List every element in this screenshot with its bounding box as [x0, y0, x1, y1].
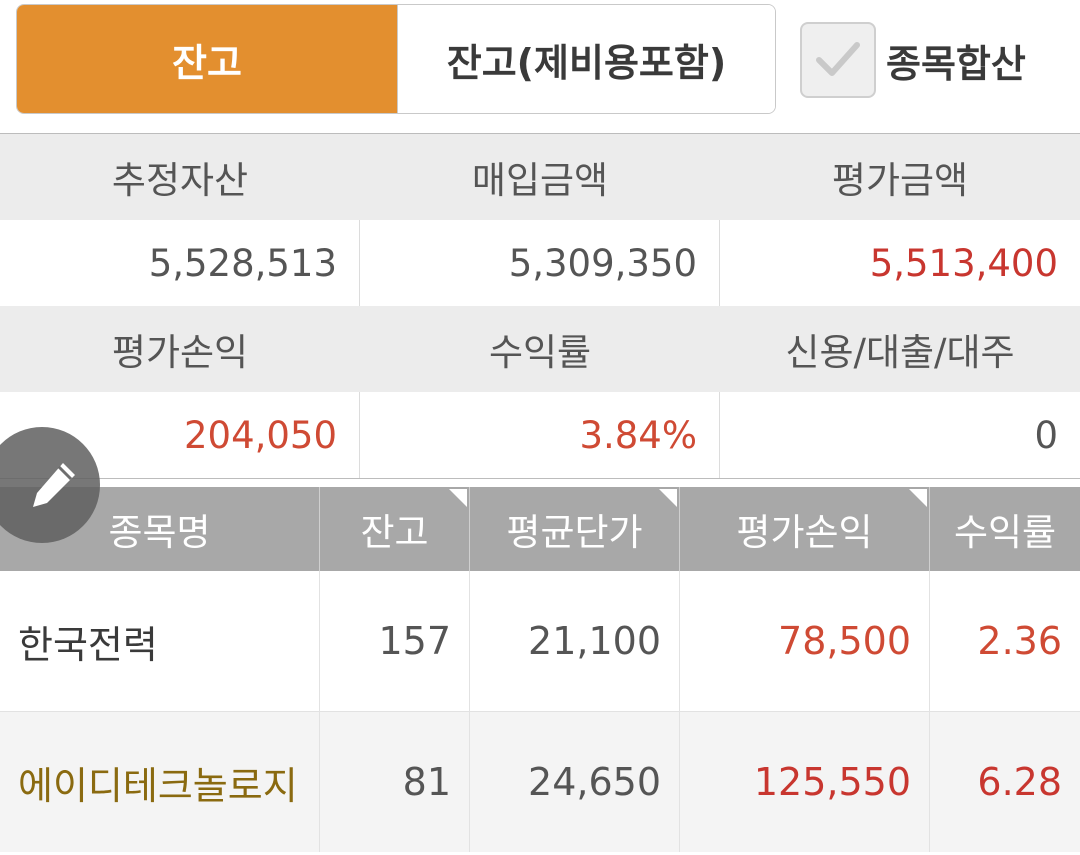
return-rate-value: 3.84% — [360, 392, 720, 478]
sort-corner-icon — [659, 489, 677, 507]
column-header-profit[interactable]: 평가손익 — [680, 487, 930, 571]
aggregate-toggle[interactable]: 종목합산 — [800, 20, 1026, 100]
stock-quantity: 81 — [320, 712, 470, 852]
stock-profit: 78,500 — [680, 571, 930, 711]
table-row[interactable]: 한국전력 157 21,100 78,500 2.36 — [0, 571, 1080, 712]
return-rate-label: 수익률 — [488, 331, 592, 374]
evaluation-amount-label: 평가금액 — [831, 159, 969, 202]
stock-name: 한국전력 — [0, 571, 320, 711]
stock-rate: 2.36 — [977, 619, 1062, 663]
summary-value-row: 5,528,513 5,309,350 5,513,400 — [0, 220, 1080, 306]
tab-balance[interactable]: 잔고 — [17, 5, 397, 113]
column-header-label: 평균단가 — [506, 511, 643, 554]
stock-name: 에이디테크놀로지 — [0, 712, 320, 852]
aggregate-label: 종목합산 — [886, 41, 1026, 86]
tab-balance-with-fees[interactable]: 잔고(제비용포함) — [397, 5, 775, 113]
column-header-rate[interactable]: 수익률 — [930, 487, 1080, 571]
column-header-avg-price[interactable]: 평균단가 — [470, 487, 680, 571]
sort-corner-icon — [449, 489, 467, 507]
evaluation-amount-value: 5,513,400 — [869, 241, 1058, 285]
pencil-icon — [33, 463, 75, 507]
stock-quantity: 157 — [320, 571, 470, 711]
summary-value-row: 204,050 3.84% 0 — [0, 392, 1080, 478]
stock-avg-price: 21,100 — [470, 571, 680, 711]
purchase-amount-label: 매입금액 — [471, 159, 609, 202]
stock-rate: 6.28 — [977, 760, 1062, 804]
column-header-quantity[interactable]: 잔고 — [320, 487, 470, 571]
table-row[interactable]: 에이디테크놀로지 81 24,650 125,550 6.28 — [0, 712, 1080, 852]
aggregate-checkbox[interactable] — [800, 22, 876, 98]
column-header-label: 잔고 — [360, 511, 429, 554]
credit-loan-value: 0 — [1034, 413, 1058, 457]
account-summary: 추정자산 매입금액 평가금액 5,528,513 5,309,350 5,513… — [0, 133, 1080, 479]
estimated-assets-value: 5,528,513 — [0, 220, 360, 306]
credit-loan-label: 신용/대출/대주 — [785, 331, 1015, 374]
holdings-table-header: 종목명 잔고 평균단가 평가손익 수익률 — [0, 487, 1080, 571]
check-icon — [816, 42, 860, 76]
sort-corner-icon — [909, 489, 927, 507]
stock-avg-price: 24,650 — [470, 712, 680, 852]
purchase-amount-value: 5,309,350 — [360, 220, 720, 306]
balance-view-toggle: 잔고 잔고(제비용포함) — [16, 4, 776, 114]
evaluation-profit-label: 평가손익 — [111, 331, 249, 374]
estimated-assets-label: 추정자산 — [111, 159, 249, 202]
summary-label-row: 추정자산 매입금액 평가금액 — [0, 134, 1080, 220]
column-header-label: 평가손익 — [736, 511, 873, 554]
summary-label-row: 평가손익 수익률 신용/대출/대주 — [0, 306, 1080, 392]
stock-profit: 125,550 — [680, 712, 930, 852]
